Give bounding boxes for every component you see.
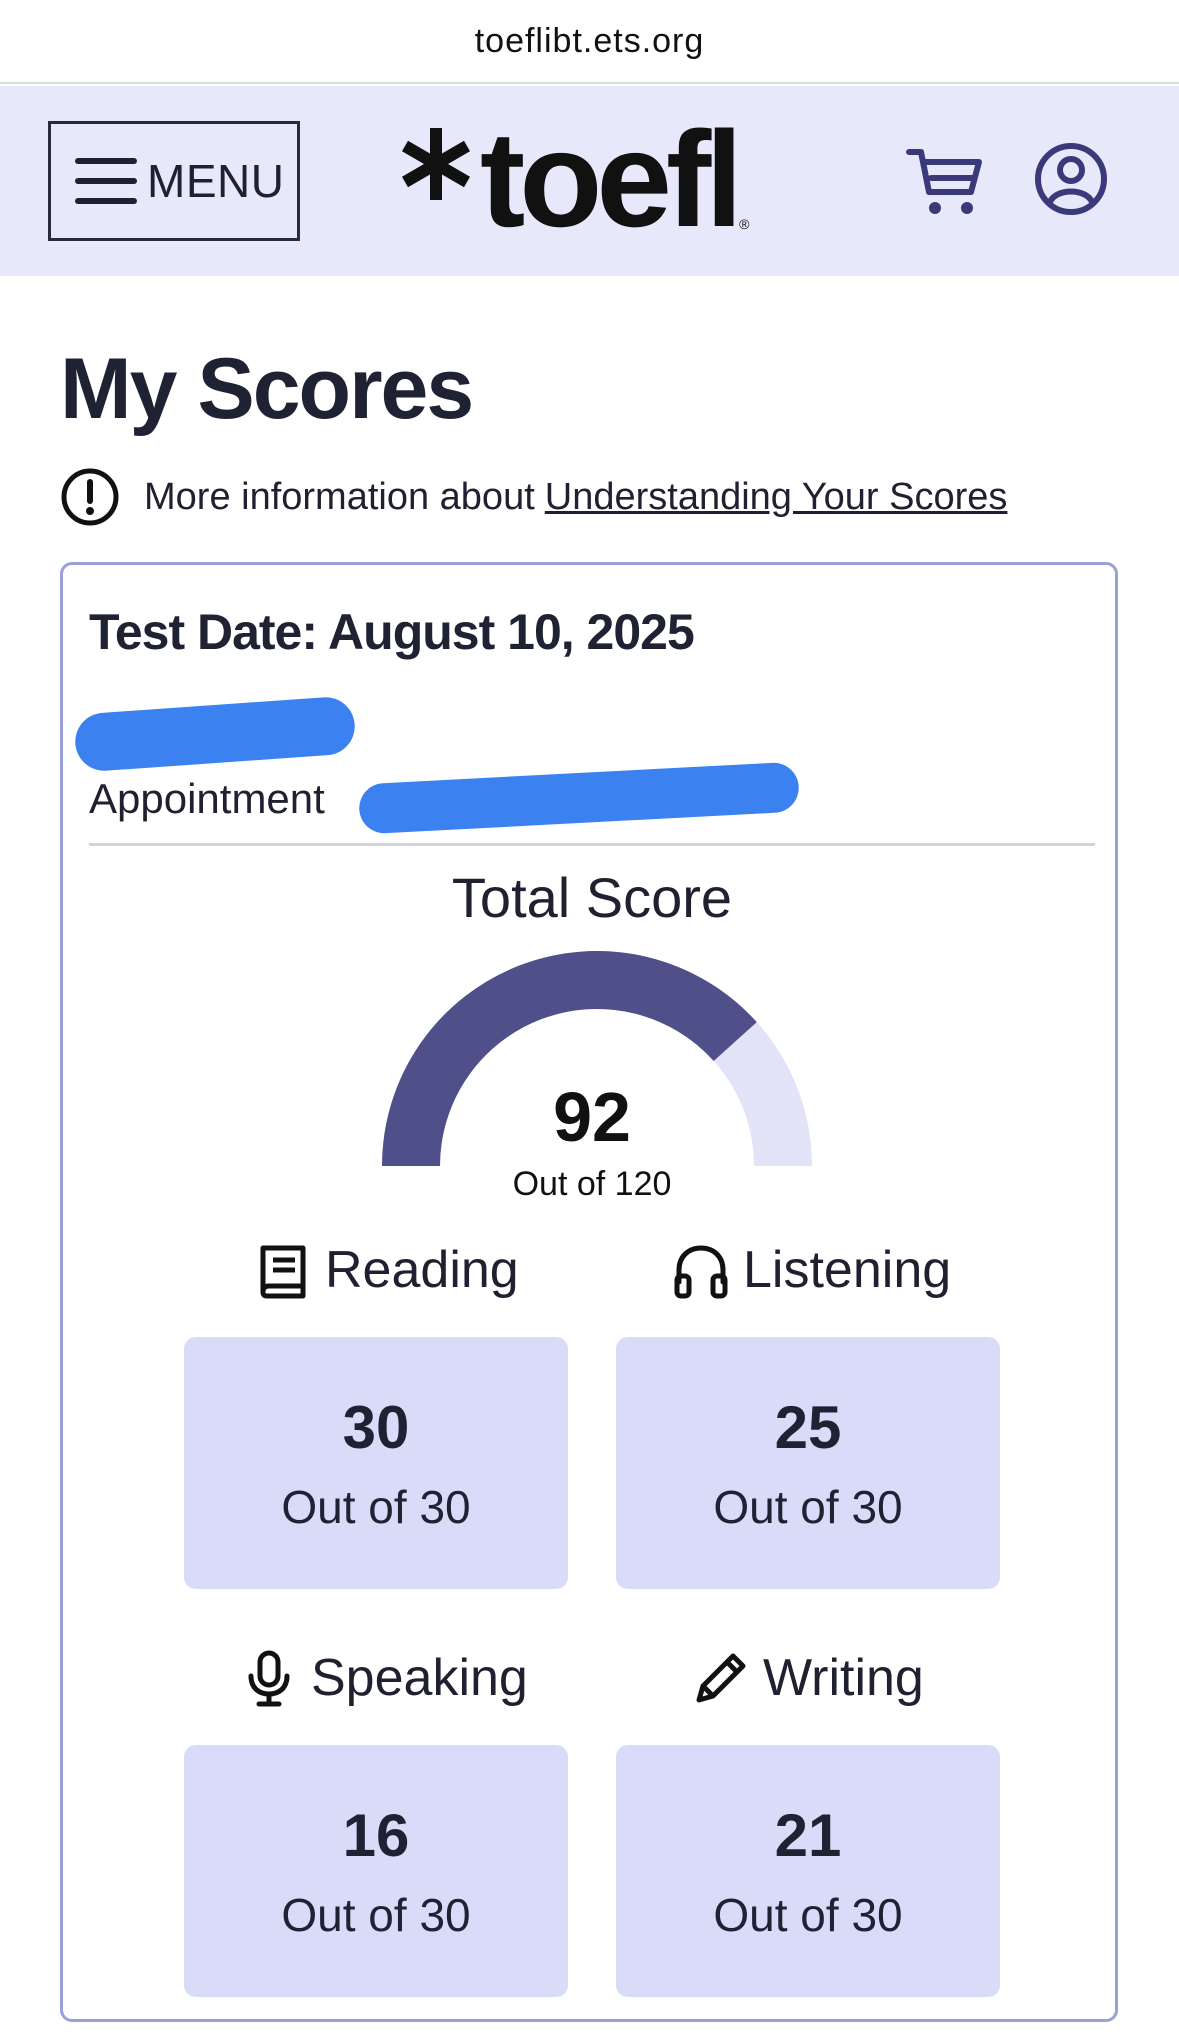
section-name: Writing — [763, 1649, 924, 1707]
understanding-scores-link[interactable]: Understanding Your Scores — [545, 476, 1008, 519]
section-name: Reading — [325, 1241, 519, 1299]
score-box-reading: 30 Out of 30 — [184, 1337, 568, 1589]
score-out-of: Out of 30 — [713, 1888, 903, 1941]
score-value: 30 — [342, 1393, 410, 1461]
section-name: Listening — [743, 1241, 952, 1299]
browser-url-bar[interactable]: toeflibt.ets.org — [0, 0, 1179, 84]
divider — [89, 843, 1095, 846]
test-date: Test Date: August 10, 2025 — [89, 604, 695, 660]
total-score-label: Total Score — [451, 866, 733, 929]
url-text: toeflibt.ets.org — [474, 21, 705, 60]
site-header: MENU toefl ® — [0, 86, 1179, 276]
section-name: Speaking — [311, 1649, 528, 1707]
hamburger-icon — [75, 158, 137, 204]
menu-button[interactable]: MENU — [48, 121, 300, 241]
score-box-writing: 21 Out of 30 — [616, 1745, 1000, 1997]
total-score-out-of: Out of 120 — [512, 1165, 672, 1203]
score-value: 25 — [774, 1393, 842, 1461]
page-title: My Scores — [60, 341, 474, 437]
section-label-listening: Listening — [671, 1235, 951, 1305]
info-row: More information about Understanding You… — [60, 467, 1007, 527]
microphone-icon — [248, 1650, 290, 1707]
menu-label: MENU — [147, 155, 285, 207]
toefl-logo[interactable]: toefl ® — [396, 103, 750, 255]
cart-icon[interactable] — [905, 146, 983, 220]
score-out-of: Out of 30 — [713, 1480, 903, 1533]
pencil-icon — [696, 1653, 746, 1703]
redaction-mark — [73, 695, 357, 773]
headphones-icon — [674, 1245, 728, 1299]
score-card: Test Date: August 10, 2025 Appointment T… — [60, 562, 1118, 2022]
asterisk-logo-icon — [401, 128, 471, 200]
book-icon — [260, 1245, 306, 1299]
score-out-of: Out of 30 — [281, 1480, 471, 1533]
user-icon[interactable] — [1034, 142, 1108, 216]
score-out-of: Out of 30 — [281, 1888, 471, 1941]
score-box-listening: 25 Out of 30 — [616, 1337, 1000, 1589]
info-text: More information about — [144, 475, 535, 518]
logo-text: toefl — [480, 103, 743, 255]
section-label-writing: Writing — [691, 1643, 924, 1713]
score-box-speaking: 16 Out of 30 — [184, 1745, 568, 1997]
registered-mark: ® — [739, 216, 750, 232]
exclamation-circle-icon — [61, 468, 119, 526]
section-label-speaking: Speaking — [239, 1643, 528, 1713]
section-label-reading: Reading — [253, 1235, 519, 1305]
appointment-label: Appointment — [89, 775, 325, 822]
total-score-value: 92 — [553, 1078, 631, 1156]
score-value: 21 — [774, 1801, 842, 1869]
score-value: 16 — [342, 1801, 410, 1869]
redaction-mark — [357, 761, 801, 835]
